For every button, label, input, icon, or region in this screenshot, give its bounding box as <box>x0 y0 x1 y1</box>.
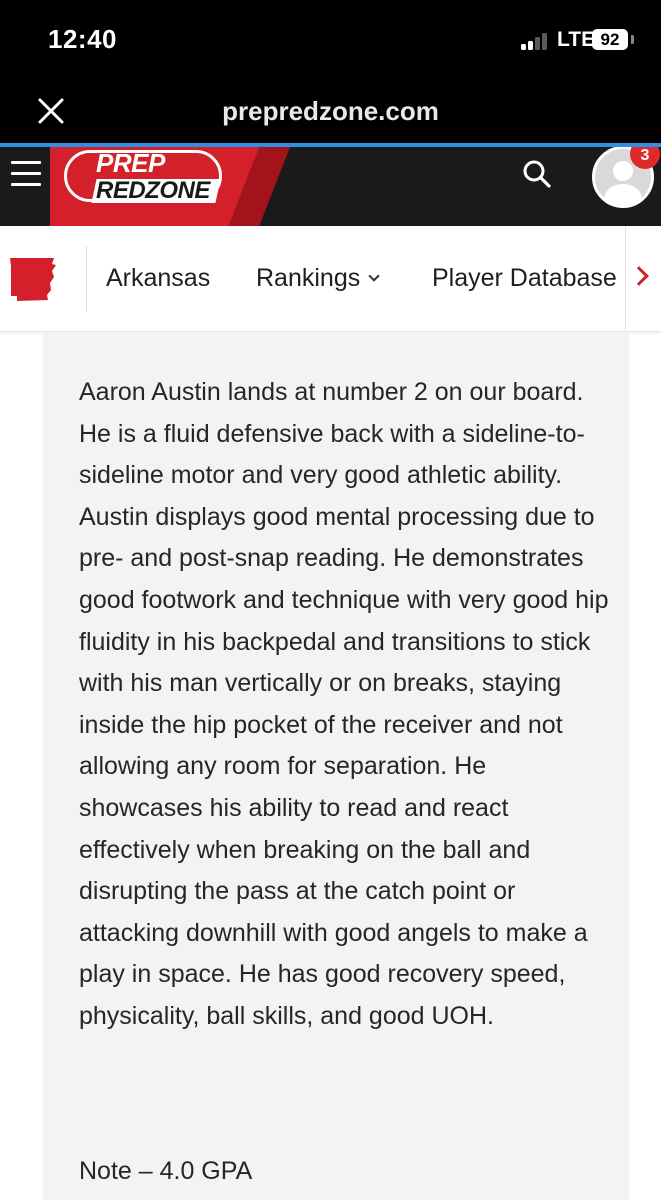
battery-tip <box>631 35 634 44</box>
article-body: Aaron Austin lands at number 2 on our bo… <box>79 378 609 1030</box>
article-note: Note – 4.0 GPA <box>79 1157 253 1185</box>
hamburger-menu-icon[interactable] <box>11 161 41 187</box>
nav-item-player-database[interactable]: Player Database <box>432 264 617 293</box>
sub-nav: Arkansas Rankings Player Database <box>0 226 661 332</box>
signal-icon <box>521 32 551 50</box>
chevron-down-icon <box>368 270 380 282</box>
nav-item-arkansas[interactable]: Arkansas <box>106 264 210 293</box>
site-header: PREP REDZONE 3 <box>0 147 661 226</box>
status-time: 12:40 <box>48 24 117 54</box>
nav-divider <box>86 246 87 312</box>
logo-text-redzone: REDZONE <box>96 177 210 204</box>
status-bar: 12:40 LTE 92 <box>0 0 661 82</box>
nav-item-rankings-label: Rankings <box>256 264 361 292</box>
arkansas-state-icon[interactable] <box>7 256 59 303</box>
chevron-right-icon <box>629 266 649 286</box>
nav-item-rankings[interactable]: Rankings <box>256 264 380 293</box>
nav-scroll-right-button[interactable] <box>625 226 661 331</box>
network-label: LTE <box>557 28 596 51</box>
search-icon[interactable] <box>520 157 554 191</box>
logo-text-prep: PREP <box>96 148 165 178</box>
battery-icon: 92 <box>592 29 628 50</box>
url-label[interactable]: prepredzone.com <box>0 96 661 127</box>
browser-bar: prepredzone.com <box>0 82 661 143</box>
